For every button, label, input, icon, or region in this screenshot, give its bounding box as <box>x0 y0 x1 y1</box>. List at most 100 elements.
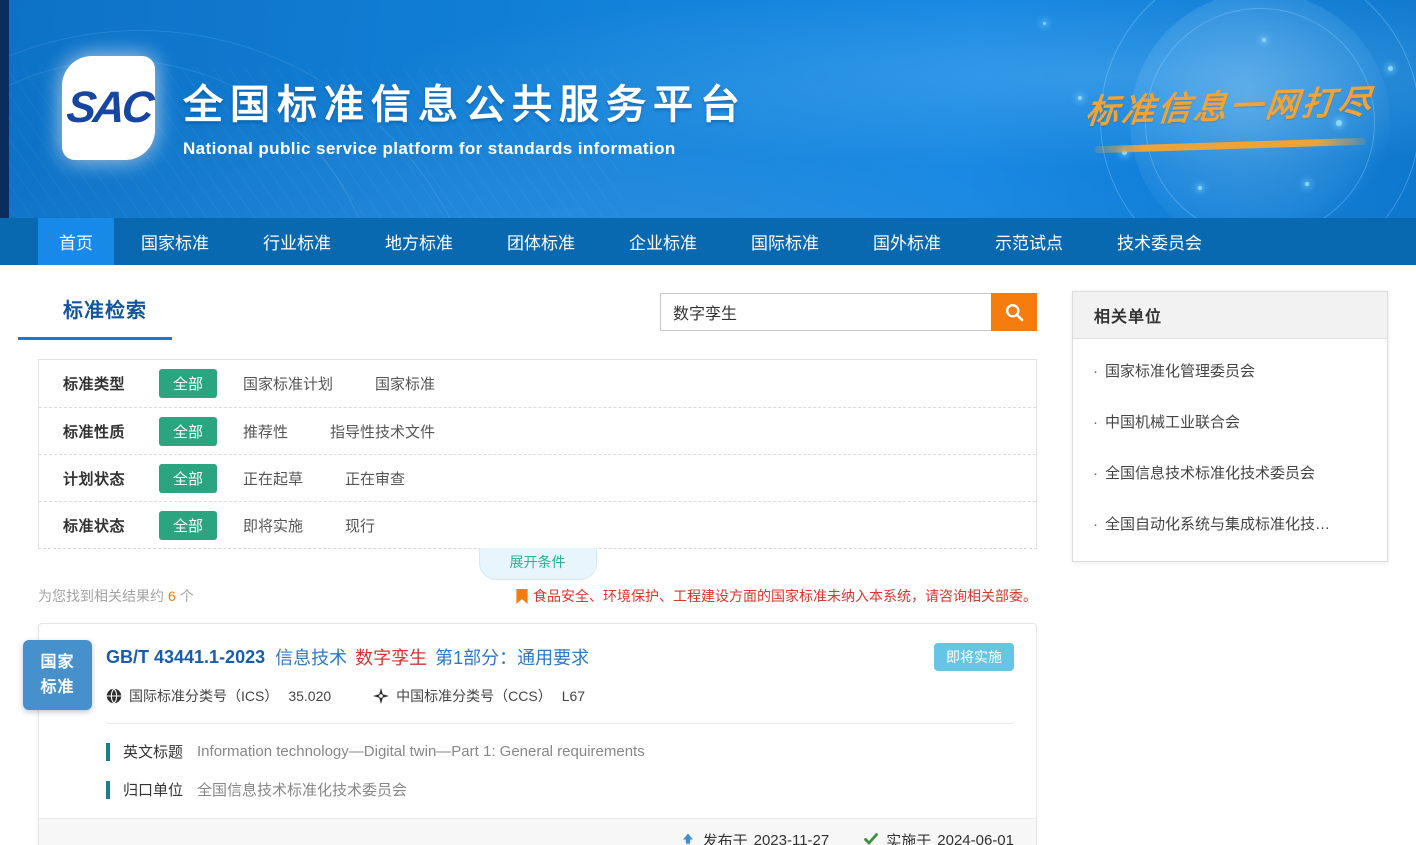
result-count-number: 6 <box>168 588 176 604</box>
filter-row-standard-nature: 标准性质 全部 推荐性 指导性技术文件 <box>39 407 1036 454</box>
globe-icon <box>106 688 122 704</box>
filter-option[interactable]: 正在起草 <box>243 468 303 489</box>
ccs-meta: 中国标准分类号（CCS） L67 <box>373 686 585 706</box>
search-icon <box>1004 302 1025 323</box>
card-body: GB/T 43441.1-2023 信息技术 数字孪生 第1部分：通用要求 即将… <box>39 624 1036 800</box>
result-count-suffix: 个 <box>180 588 194 604</box>
site-title: 全国标准信息公共服务平台 <box>183 72 747 130</box>
card-footer: 发布于 2023-11-27 实施于 2024-06-01 <box>39 818 1036 845</box>
filter-label: 标准类型 <box>63 373 159 394</box>
card-meta-row: 国际标准分类号（ICS） 35.020 中国标准分类号（CCS） L67 <box>106 686 1014 706</box>
detail-row-english-title: 英文标题 Information technology—Digital twin… <box>106 741 1014 762</box>
filter-option[interactable]: 国家标准计划 <box>243 373 333 394</box>
glow-dot <box>1388 66 1393 71</box>
filter-all-badge[interactable]: 全部 <box>159 369 217 398</box>
ics-label: 国际标准分类号（ICS） <box>129 686 278 706</box>
filter-panel: 标准类型 全部 国家标准计划 国家标准 标准性质 全部 推荐性 指导性技术文件 <box>38 359 1037 549</box>
implemented-date: 2024-06-01 <box>937 832 1014 845</box>
ics-meta: 国际标准分类号（ICS） 35.020 <box>106 686 331 706</box>
nav-item-foreign-standards[interactable]: 国外标准 <box>846 218 968 265</box>
nav-item-home[interactable]: 首页 <box>38 218 114 265</box>
filter-options: 正在起草 正在审查 <box>243 468 447 489</box>
implement-check-icon <box>863 833 879 845</box>
detail-value: Information technology—Digital twin—Part… <box>197 743 645 760</box>
tab-standard-search[interactable]: 标准检索 <box>18 291 172 340</box>
detail-value: 全国信息技术标准化技术委员会 <box>197 779 407 800</box>
expand-conditions-button[interactable]: 展开条件 <box>479 548 597 580</box>
sidebar-title: 相关单位 <box>1094 309 1162 326</box>
detail-bar-decor <box>106 743 110 761</box>
standard-title-highlight[interactable]: 数字孪生 <box>355 644 427 670</box>
detail-row-committee: 归口单位 全国信息技术标准化技术委员会 <box>106 779 1014 800</box>
sac-logo-text: SAC <box>64 83 153 133</box>
nav-item-national-standards[interactable]: 国家标准 <box>114 218 236 265</box>
card-divider <box>106 723 1014 724</box>
detail-label: 归口单位 <box>123 779 183 800</box>
nav-item-technical-committees[interactable]: 技术委员会 <box>1090 218 1229 265</box>
filter-all-badge[interactable]: 全部 <box>159 464 217 493</box>
filter-all-badge[interactable]: 全部 <box>159 417 217 446</box>
result-count-prefix: 为您找到相关结果约 <box>38 588 164 604</box>
nav-item-enterprise-standards[interactable]: 企业标准 <box>602 218 724 265</box>
page: SAC 全国标准信息公共服务平台 National public service… <box>0 0 1416 845</box>
card-title-row: GB/T 43441.1-2023 信息技术 数字孪生 第1部分：通用要求 即将… <box>106 643 1014 671</box>
ccs-label: 中国标准分类号（CCS） <box>396 686 552 706</box>
type-badge-line1: 国家 <box>23 650 92 675</box>
site-subtitle: National public service platform for sta… <box>183 139 747 159</box>
result-card[interactable]: 国家 标准 GB/T 43441.1-2023 信息技术 数字孪生 第1部分：通… <box>38 623 1037 845</box>
filter-option[interactable]: 推荐性 <box>243 421 288 442</box>
section-title: 标准检索 <box>63 300 147 322</box>
nav-item-pilot-program[interactable]: 示范试点 <box>968 218 1090 265</box>
filter-option[interactable]: 指导性技术文件 <box>330 421 435 442</box>
standard-title-part[interactable]: 第1部分：通用要求 <box>435 644 589 670</box>
bookmark-icon <box>516 589 528 604</box>
search-row: 标准检索 <box>38 291 1037 345</box>
nav-item-local-standards[interactable]: 地方标准 <box>358 218 480 265</box>
sidebar-item-sac[interactable]: 国家标准化管理委员会 <box>1093 345 1367 396</box>
search-box <box>660 293 1037 331</box>
compass-icon <box>373 688 389 704</box>
sidebar-item-it-standardization-committee[interactable]: 全国信息技术标准化技术委员会 <box>1093 447 1367 498</box>
publish-icon <box>680 833 696 845</box>
filter-all-badge[interactable]: 全部 <box>159 511 217 540</box>
filter-option[interactable]: 即将实施 <box>243 515 303 536</box>
filter-label: 计划状态 <box>63 468 159 489</box>
ccs-value: L67 <box>562 688 585 704</box>
filter-options: 推荐性 指导性技术文件 <box>243 421 477 442</box>
standard-title-part[interactable]: 信息技术 <box>275 644 347 670</box>
sac-logo[interactable]: SAC <box>62 56 155 160</box>
filter-row-plan-status: 计划状态 全部 正在起草 正在审查 <box>39 454 1036 501</box>
filter-option[interactable]: 正在审查 <box>345 468 405 489</box>
sidebar-item-machinery-federation[interactable]: 中国机械工业联合会 <box>1093 396 1367 447</box>
nav-item-group-standards[interactable]: 团体标准 <box>480 218 602 265</box>
sidebar-related-units: 相关单位 国家标准化管理委员会 中国机械工业联合会 全国信息技术标准化技术委员会… <box>1072 291 1388 562</box>
filter-row-standard-status: 标准状态 全部 即将实施 现行 <box>39 501 1036 548</box>
search-button[interactable] <box>991 293 1037 331</box>
filter-label: 标准性质 <box>63 421 159 442</box>
main-nav: 首页 国家标准 行业标准 地方标准 团体标准 企业标准 国际标准 国外标准 示范… <box>0 218 1416 265</box>
nav-item-industry-standards[interactable]: 行业标准 <box>236 218 358 265</box>
result-meta-row: 为您找到相关结果约6个 食品安全、环境保护、工程建设方面的国家标准未纳入本系统，… <box>38 586 1037 606</box>
published-date-item: 发布于 2023-11-27 <box>680 830 830 845</box>
header-slogan: 标准信息一网打尽 <box>1080 80 1380 149</box>
sidebar-item-automation-systems-committee[interactable]: 全国自动化系统与集成标准化技… <box>1093 498 1367 549</box>
expand-row: 展开条件 <box>38 549 1037 580</box>
standard-code-link[interactable]: GB/T 43441.1-2023 <box>106 647 265 668</box>
published-label: 发布于 <box>703 830 748 845</box>
result-count: 为您找到相关结果约6个 <box>38 586 194 606</box>
site-title-block: 全国标准信息公共服务平台 National public service pla… <box>183 72 747 159</box>
national-standard-badge: 国家 标准 <box>23 640 92 710</box>
implemented-label: 实施于 <box>886 830 931 845</box>
search-input[interactable] <box>660 293 991 331</box>
glow-dot <box>1305 182 1309 186</box>
glow-dot <box>1198 186 1202 190</box>
nav-item-international-standards[interactable]: 国际标准 <box>724 218 846 265</box>
filter-option[interactable]: 现行 <box>345 515 375 536</box>
site-header: SAC 全国标准信息公共服务平台 National public service… <box>0 0 1416 218</box>
notice: 食品安全、环境保护、工程建设方面的国家标准未纳入本系统，请咨询相关部委。 <box>516 586 1037 606</box>
status-badge: 即将实施 <box>934 643 1014 671</box>
filter-option[interactable]: 国家标准 <box>375 373 435 394</box>
ics-value: 35.020 <box>288 688 331 704</box>
implemented-date-item: 实施于 2024-06-01 <box>863 830 1014 845</box>
type-badge-line2: 标准 <box>23 675 92 700</box>
